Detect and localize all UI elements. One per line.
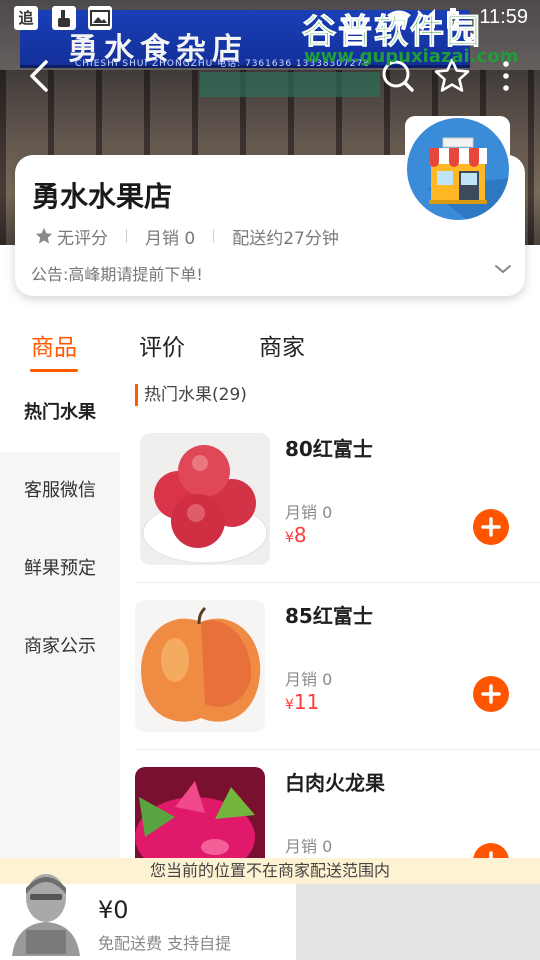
plus-icon bbox=[481, 684, 501, 704]
storefront-awning bbox=[200, 72, 380, 97]
sidebar-item-hot-fruit[interactable]: 热门水果 bbox=[0, 374, 120, 452]
meta-divider bbox=[213, 229, 215, 243]
product-name: 白肉火龙果 bbox=[285, 771, 385, 795]
sidebar-item-fruit-preorder[interactable]: 鲜果预定 bbox=[0, 530, 120, 608]
hand-icon bbox=[52, 6, 76, 30]
back-arrow-icon[interactable] bbox=[20, 56, 60, 96]
storefront-icon bbox=[427, 137, 509, 220]
product-image-apples[interactable] bbox=[140, 433, 270, 565]
shop-logo bbox=[407, 118, 509, 220]
shop-monthly-sales: 月销 0 bbox=[145, 228, 196, 249]
cart-delivery-note: 免配送费 支持自提 bbox=[98, 934, 232, 953]
sidebar-item-merchant-notice[interactable]: 商家公示 bbox=[0, 608, 120, 686]
tab-merchant[interactable]: 商家 bbox=[259, 328, 305, 362]
meta-divider bbox=[126, 229, 127, 243]
cart-avatar-icon[interactable] bbox=[8, 866, 84, 956]
shop-rating: 无评分 bbox=[57, 228, 108, 249]
watermark-url: www.gupuxiazai.com bbox=[304, 46, 519, 67]
product-item[interactable]: 85红富士 月销 0 ¥11 bbox=[135, 584, 540, 750]
app-icon-zhui: 追 bbox=[14, 6, 38, 30]
app-screen: 勇水食杂店 CHIESHI SHUI ZHONGZHU 电话: 7361636 … bbox=[0, 0, 540, 960]
product-item[interactable]: 80红富士 月销 0 ¥8 bbox=[135, 417, 540, 583]
checkout-button[interactable] bbox=[296, 884, 540, 960]
shop-meta-row: 无评分 月销 0 配送约27分钟 bbox=[35, 225, 339, 249]
chevron-down-icon[interactable] bbox=[493, 259, 513, 279]
plus-icon bbox=[481, 517, 501, 537]
watermark: 谷普软件园 www.gupuxiazai.com bbox=[296, 4, 540, 70]
tab-products[interactable]: 商品 bbox=[31, 328, 77, 362]
product-sales: 月销 0 bbox=[285, 837, 333, 856]
cart-total: ¥0 bbox=[98, 896, 129, 924]
tab-reviews[interactable]: 评价 bbox=[139, 328, 185, 362]
product-price: ¥11 bbox=[285, 690, 320, 714]
section-title: 热门水果(29) bbox=[135, 384, 247, 406]
tab-bar: 商品 评价 商家 bbox=[0, 322, 540, 374]
sidebar-item-service-wechat[interactable]: 客服微信 bbox=[0, 452, 120, 530]
rating-star-icon bbox=[35, 227, 53, 244]
add-to-cart-button[interactable] bbox=[473, 676, 509, 712]
image-icon bbox=[88, 6, 112, 30]
product-sales: 月销 0 bbox=[285, 503, 333, 522]
product-image-apple[interactable] bbox=[135, 600, 265, 732]
shop-name: 勇水水果店 bbox=[32, 180, 173, 213]
product-price: ¥8 bbox=[285, 523, 307, 547]
product-sales: 月销 0 bbox=[285, 670, 333, 689]
shop-notice[interactable]: 公告:高峰期请提前下单! bbox=[31, 261, 203, 285]
cart-bar: ¥0 免配送费 支持自提 bbox=[0, 874, 540, 960]
product-name: 80红富士 bbox=[285, 437, 373, 461]
active-tab-indicator bbox=[30, 369, 78, 372]
add-to-cart-button[interactable] bbox=[473, 509, 509, 545]
product-name: 85红富士 bbox=[285, 604, 373, 628]
shop-delivery-time: 配送约27分钟 bbox=[232, 228, 339, 249]
